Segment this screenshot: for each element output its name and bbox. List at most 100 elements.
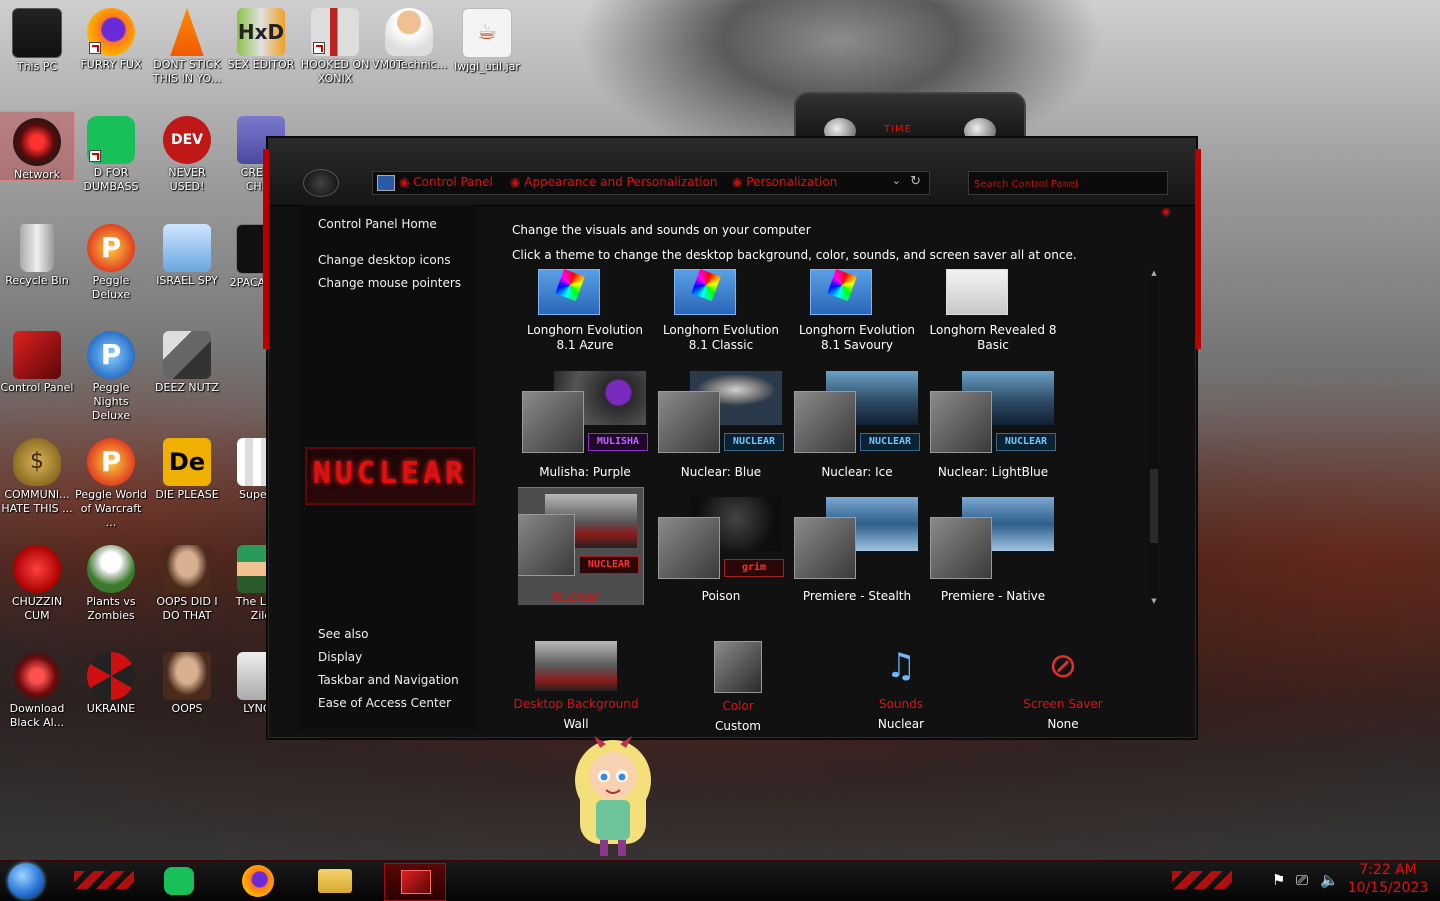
taskbar: ⚑ ⎚ 🔈 7:22 AM 10/15/2023 — [0, 860, 1440, 901]
desktop-icon-download[interactable]: Download Black Al... — [0, 646, 74, 730]
theme-nuclear-lightblue[interactable]: NUCLEAR Nuclear: LightBlue — [926, 365, 1060, 489]
desktop-icon-peggle-wow[interactable]: P Peggle World of Warcraft ... — [74, 432, 148, 530]
theme-gallery: Longhorn Evolution 8.1 Azure Longhorn Ev… — [518, 269, 1148, 605]
desktop-icon-label: HOOKED ON XONIX — [300, 58, 370, 85]
theme-premiere-native[interactable]: Premiere - Native Look Lite Black — [926, 491, 1060, 605]
volume-icon[interactable]: 🔈 — [1320, 871, 1339, 889]
theme-options-bar: Desktop Background Wall Color Custom ♫ S… — [511, 629, 1171, 733]
theme-premiere-stealth[interactable]: Premiere - Stealth Dark - White — [790, 491, 924, 605]
theme-poison[interactable]: grim Poison — [654, 491, 788, 605]
desktop-icon-xonix[interactable]: HOOKED ON XONIX — [298, 2, 372, 86]
desktop-icon-network[interactable]: Network — [0, 111, 75, 181]
option-sounds[interactable]: ♫ Sounds Nuclear — [836, 629, 966, 732]
breadcrumb-personalization[interactable]: ◉ Personalization — [732, 175, 837, 189]
address-bar[interactable]: ◉ Control Panel ◉ Appearance and Persona… — [372, 171, 930, 195]
taskbar-decor-right — [1172, 871, 1232, 889]
theme-nuclear-blue[interactable]: NUCLEAR Nuclear: Blue — [654, 365, 788, 489]
theme-color-swatch — [658, 517, 720, 579]
desktop-icon-label: DIE PLEASE — [155, 488, 219, 501]
desktop-icon-vm0technic[interactable]: VM0Technic... — [372, 2, 448, 72]
desktop-icon-sex-editor[interactable]: HxD SEX EDITOR — [224, 2, 298, 72]
desktop-icon-communism[interactable]: $ COMMUNI... HATE THIS ... — [0, 432, 74, 516]
sidebar-link-taskbar[interactable]: Taskbar and Navigation — [318, 673, 459, 687]
theme-preview — [946, 269, 1008, 315]
sidebar-link-display[interactable]: Display — [318, 650, 362, 664]
sidebar-link-home[interactable]: Control Panel Home — [318, 217, 437, 231]
theme-badge: NUCLEAR — [724, 433, 784, 451]
help-icon[interactable]: ◉ — [1161, 205, 1171, 218]
network-icon[interactable]: ⎚ — [1296, 871, 1308, 889]
control-panel-icon — [401, 870, 431, 894]
search-input[interactable] — [972, 174, 1166, 195]
taskbar-chat-app[interactable] — [156, 863, 202, 899]
refresh-icon[interactable]: ↻ — [910, 174, 921, 189]
breadcrumb-appearance[interactable]: ◉ Appearance and Personalization — [510, 175, 718, 189]
desktop-icon-recycle-bin[interactable]: Recycle Bin — [0, 218, 74, 288]
money-bag-icon: $ — [13, 438, 61, 486]
desktop-icon-label: Recycle Bin — [5, 274, 69, 287]
desktop-icon-deez-nutz[interactable]: DEEZ NUTZ — [150, 325, 224, 395]
desktop-icon-peggle-deluxe[interactable]: P Peggle Deluxe — [74, 218, 148, 302]
taskbar-control-panel[interactable] — [384, 863, 446, 901]
chevron-right-icon: ◉ — [732, 175, 747, 189]
flag-icon[interactable]: ⚑ — [1272, 871, 1285, 889]
breadcrumb-control-panel[interactable]: ◉ Control Panel — [399, 175, 493, 189]
desktop-icon-d-for-dumbass[interactable]: D FOR DUMBASS — [74, 110, 148, 194]
theme-scrollbar[interactable]: ▲ ▼ — [1149, 269, 1159, 605]
desktop-icon-label: UKRAINE — [86, 702, 136, 715]
theme-longhorn-basic[interactable]: Longhorn Revealed 8 Basic — [926, 269, 1060, 373]
desktop-icon-chuzzin[interactable]: CHUZZIN CUM — [0, 539, 74, 623]
desktop-icon-label: DEEZ NUTZ — [155, 381, 219, 394]
desktop-icon-dont-stick[interactable]: DONT STICK THIS IN YO... — [150, 2, 224, 86]
theme-nuclear-selected[interactable]: NUCLEAR Nuclear — [518, 487, 644, 605]
desktop-icon-oops-did-i[interactable]: OOPS DID I DO THAT — [150, 539, 224, 623]
window-header: ◉ Control Panel ◉ Appearance and Persona… — [269, 139, 1195, 206]
option-desktop-background[interactable]: Desktop Background Wall — [511, 629, 641, 732]
desktop-icon-furry-fux[interactable]: FURRY FUX — [74, 2, 148, 72]
theme-longhorn-azure[interactable]: Longhorn Evolution 8.1 Azure — [518, 269, 652, 373]
taskbar-file-explorer[interactable] — [312, 863, 358, 899]
option-color[interactable]: Color Custom — [673, 629, 803, 734]
desktop-icon-never-used[interactable]: DEV NEVER USED! — [150, 110, 224, 194]
sidebar-link-mouse-pointers[interactable]: Change mouse pointers — [318, 276, 461, 290]
desktop-icon-this-pc[interactable]: This PC — [0, 2, 74, 74]
theme-mulisha-purple[interactable]: MULISHA Mulisha: Purple — [518, 365, 652, 489]
start-orb-button[interactable] — [8, 863, 44, 899]
taskbar-clock[interactable]: 7:22 AM 10/15/2023 — [1346, 861, 1430, 897]
theme-name: Longhorn Evolution 8.1 Classic — [662, 323, 780, 352]
theme-longhorn-savoury[interactable]: Longhorn Evolution 8.1 Savoury — [790, 269, 924, 373]
chuzzle-icon — [13, 545, 61, 593]
theme-color-swatch — [794, 517, 856, 579]
search-box[interactable] — [968, 171, 1168, 195]
desktop-icon-pvz[interactable]: Plants vs Zombies — [74, 539, 148, 623]
scroll-thumb[interactable] — [1150, 469, 1158, 543]
desktop-icon-label: Plants vs Zombies — [86, 595, 136, 622]
sidebar-link-ease-of-access[interactable]: Ease of Access Center — [318, 696, 451, 710]
back-forward-button[interactable] — [303, 169, 339, 197]
desktop-icon-control-panel[interactable]: Control Panel — [0, 325, 74, 395]
option-screen-saver[interactable]: ⊘ Screen Saver None — [998, 629, 1128, 732]
desktop-icon-label: VM0Technic... — [372, 58, 448, 71]
taskbar-firefox[interactable] — [236, 863, 282, 899]
theme-name: Nuclear: LightBlue — [937, 465, 1049, 479]
desktop-icon-die-please[interactable]: De DIE PLEASE — [150, 432, 224, 502]
peggle-nights-icon: P — [87, 331, 135, 379]
desktop-icon-lwjgl[interactable]: ☕ lwjgl_util.jar — [450, 2, 524, 74]
desktop-icon-label: This PC — [16, 60, 58, 73]
desktop-icon-peggle-nights[interactable]: P Peggle Nights Deluxe — [74, 325, 148, 423]
scroll-up-arrow-icon[interactable]: ▲ — [1149, 269, 1159, 277]
desktop-icon-israel-spy[interactable]: ISRAEL SPY — [150, 218, 224, 288]
gadget-time-label: TIME — [884, 124, 913, 135]
sidebar-link-desktop-icons[interactable]: Change desktop icons — [318, 253, 451, 267]
peggle-p-icon: P — [87, 438, 135, 486]
theme-longhorn-classic[interactable]: Longhorn Evolution 8.1 Classic — [654, 269, 788, 373]
scroll-down-arrow-icon[interactable]: ▼ — [1149, 597, 1159, 605]
star-character-sticker — [575, 736, 651, 856]
theme-color-swatch — [794, 391, 856, 453]
desktop-icon-ukraine[interactable]: UKRAINE — [74, 646, 148, 716]
desktop-icon-oops[interactable]: OOPS — [150, 646, 224, 716]
chevron-down-icon[interactable]: ⌄ — [892, 174, 901, 187]
theme-name: Nuclear: Ice — [821, 465, 893, 479]
desktop-icon-label: OOPS DID I DO THAT — [156, 595, 218, 622]
theme-nuclear-ice[interactable]: NUCLEAR Nuclear: Ice — [790, 365, 924, 489]
